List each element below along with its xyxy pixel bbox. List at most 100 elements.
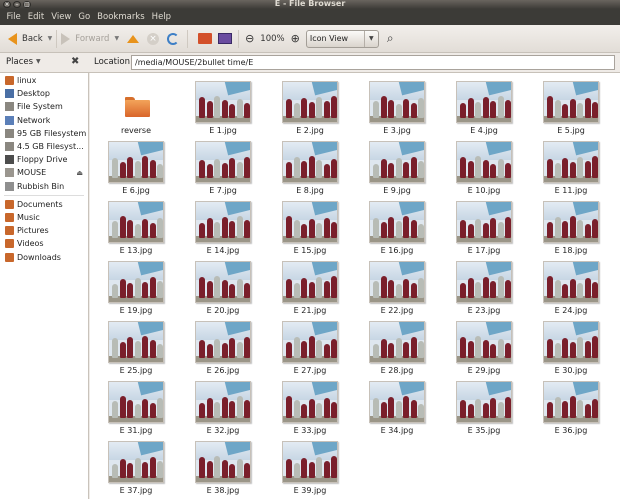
sidebar-item-documents[interactable]: Documents xyxy=(0,198,89,211)
menu-go[interactable]: Go xyxy=(75,12,94,22)
file-name-label: E 14.jpg xyxy=(206,246,240,255)
file-item[interactable]: E 9.jpg xyxy=(362,135,432,195)
file-name-label: E 34.jpg xyxy=(380,426,414,435)
file-item[interactable]: E 33.jpg xyxy=(275,375,345,435)
file-name-label: E 1.jpg xyxy=(209,126,237,135)
sidebar-item-95-gb-filesystem[interactable]: 95 GB Filesystem xyxy=(0,127,89,140)
file-name-label: E 35.jpg xyxy=(467,426,501,435)
file-item[interactable]: E 29.jpg xyxy=(449,315,519,375)
file-item[interactable]: E 1.jpg xyxy=(188,75,258,135)
view-mode-select[interactable]: Icon View ▼ xyxy=(305,29,379,48)
sidebar-item-downloads[interactable]: Downloads xyxy=(0,251,89,264)
back-history-dropdown-icon[interactable]: ▼ xyxy=(48,35,53,42)
file-item[interactable]: E 11.jpg xyxy=(536,135,606,195)
places-header[interactable]: Places xyxy=(6,57,33,67)
image-thumbnail xyxy=(195,141,251,183)
image-thumbnail xyxy=(282,321,338,363)
file-item[interactable]: E 10.jpg xyxy=(449,135,519,195)
file-item[interactable]: E 21.jpg xyxy=(275,255,345,315)
reload-button[interactable] xyxy=(167,28,180,50)
places-dropdown-icon[interactable]: ▼ xyxy=(36,58,41,65)
file-item[interactable]: E 18.jpg xyxy=(536,195,606,255)
file-item[interactable]: E 13.jpg xyxy=(101,195,171,255)
back-button[interactable]: Back ▼ xyxy=(8,28,52,50)
forward-history-dropdown-icon[interactable]: ▼ xyxy=(114,35,119,42)
eject-icon[interactable]: ⏏ xyxy=(76,169,83,177)
file-item[interactable]: E 26.jpg xyxy=(188,315,258,375)
sidebar-item-4-5-gb-filesyst[interactable]: 4.5 GB Filesyst... xyxy=(0,140,89,153)
sidebar-item-label: Documents xyxy=(17,199,63,209)
file-item[interactable]: E 39.jpg xyxy=(275,435,345,495)
file-item[interactable]: E 20.jpg xyxy=(188,255,258,315)
sidebar-item-rubbish-bin[interactable]: Rubbish Bin xyxy=(0,180,89,193)
computer-button[interactable] xyxy=(218,28,233,50)
sidebar-item-floppy-drive[interactable]: Floppy Drive xyxy=(0,153,89,166)
image-thumbnail xyxy=(108,381,164,423)
file-item[interactable]: E 19.jpg xyxy=(101,255,171,315)
file-item[interactable]: E 22.jpg xyxy=(362,255,432,315)
sidebar-item-label: linux xyxy=(17,76,37,85)
sidebar-item-linux[interactable]: linux xyxy=(0,74,89,87)
file-item[interactable]: E 38.jpg xyxy=(188,435,258,495)
close-sidebar-icon[interactable]: ✖ xyxy=(71,56,79,67)
image-thumbnail xyxy=(195,201,251,243)
file-item[interactable]: E 2.jpg xyxy=(275,75,345,135)
stop-button[interactable]: × xyxy=(147,28,160,50)
forward-button[interactable]: Forward ▼ xyxy=(61,28,119,50)
sidebar-item-mouse[interactable]: MOUSE ⏏ xyxy=(0,166,89,179)
image-thumbnail xyxy=(108,201,164,243)
file-item[interactable]: E 8.jpg xyxy=(275,135,345,195)
file-item[interactable]: E 16.jpg xyxy=(362,195,432,255)
sidebar-item-network[interactable]: Network xyxy=(0,114,89,127)
image-thumbnail xyxy=(543,261,599,303)
file-item[interactable]: E 7.jpg xyxy=(188,135,258,195)
sidebar-item-music[interactable]: Music xyxy=(0,211,89,224)
file-item[interactable]: E 25.jpg xyxy=(101,315,171,375)
file-item[interactable]: E 35.jpg xyxy=(449,375,519,435)
file-item[interactable]: E 27.jpg xyxy=(275,315,345,375)
file-item[interactable]: E 14.jpg xyxy=(188,195,258,255)
sidebar-item-pictures[interactable]: Pictures xyxy=(0,224,89,237)
location-input[interactable]: /media/MOUSE/2bullet time/E xyxy=(131,55,615,70)
sidebar-item-label: Videos xyxy=(17,239,44,249)
zoom-in-icon: ⊕ xyxy=(290,32,300,45)
file-item[interactable]: E 5.jpg xyxy=(536,75,606,135)
zoom-level[interactable]: 100% xyxy=(260,28,284,50)
file-name-label: E 22.jpg xyxy=(380,306,414,315)
menu-file[interactable]: File xyxy=(3,12,24,22)
folder-item[interactable]: reverse xyxy=(101,75,171,135)
file-item[interactable]: E 31.jpg xyxy=(101,375,171,435)
computer-icon xyxy=(218,33,233,44)
zoom-in-button[interactable]: ⊕ xyxy=(291,28,300,50)
file-item[interactable]: E 6.jpg xyxy=(101,135,171,195)
file-item[interactable]: E 24.jpg xyxy=(536,255,606,315)
sidebar-item-videos[interactable]: Videos xyxy=(0,237,89,250)
file-item[interactable]: E 15.jpg xyxy=(275,195,345,255)
file-item[interactable]: E 32.jpg xyxy=(188,375,258,435)
file-item[interactable]: E 3.jpg xyxy=(362,75,432,135)
file-item[interactable]: E 17.jpg xyxy=(449,195,519,255)
menu-help[interactable]: Help xyxy=(148,12,174,22)
file-name-label: E 26.jpg xyxy=(206,366,240,375)
file-item[interactable]: E 34.jpg xyxy=(362,375,432,435)
sidebar-item-label: 4.5 GB Filesyst... xyxy=(17,142,84,151)
file-name-label: E 8.jpg xyxy=(296,186,324,195)
menu-view[interactable]: View xyxy=(48,12,75,22)
home-button[interactable] xyxy=(198,28,213,50)
view-mode-value: Icon View xyxy=(309,34,349,43)
zoom-out-button[interactable]: ⊖ xyxy=(245,28,254,50)
file-name-label: E 15.jpg xyxy=(293,246,327,255)
file-item[interactable]: E 30.jpg xyxy=(536,315,606,375)
menu-edit[interactable]: Edit xyxy=(24,12,47,22)
file-item[interactable]: E 4.jpg xyxy=(449,75,519,135)
sidebar-item-desktop[interactable]: Desktop xyxy=(0,87,89,100)
image-thumbnail xyxy=(195,261,251,303)
sidebar-item-file-system[interactable]: File System xyxy=(0,100,89,113)
file-item[interactable]: E 23.jpg xyxy=(449,255,519,315)
search-button[interactable]: ⌕ xyxy=(387,28,394,50)
menu-bookmarks[interactable]: Bookmarks xyxy=(94,12,149,22)
file-item[interactable]: E 28.jpg xyxy=(362,315,432,375)
file-item[interactable]: E 36.jpg xyxy=(536,375,606,435)
up-button[interactable] xyxy=(127,28,140,50)
file-item[interactable]: E 37.jpg xyxy=(101,435,171,495)
